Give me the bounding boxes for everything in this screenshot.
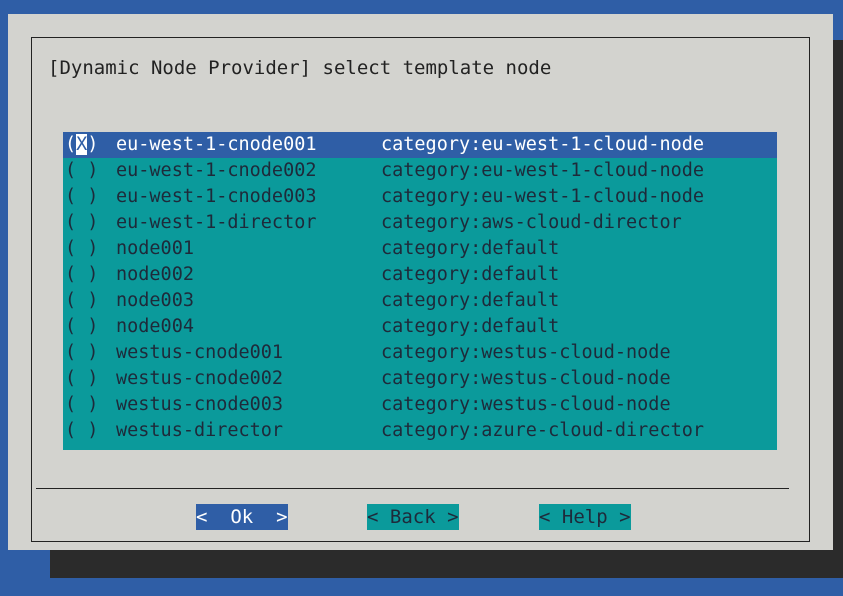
radio-button[interactable]: ( ) — [65, 366, 98, 392]
node-name: node004 — [116, 316, 194, 337]
radio-button[interactable]: ( ) — [65, 210, 98, 236]
node-name: westus-cnode002 — [116, 368, 284, 389]
node-name: node001 — [116, 238, 194, 259]
radio-button[interactable]: ( ) — [65, 392, 98, 418]
ok-button[interactable]: < Ok > — [196, 504, 288, 530]
radio-button[interactable]: ( ) — [65, 158, 98, 184]
list-item[interactable]: ( ) node003 category:default — [63, 288, 777, 314]
list-item[interactable]: ( ) westus-director category:azure-cloud… — [63, 418, 777, 444]
node-name: eu-west-1-cnode003 — [116, 186, 317, 207]
node-name: westus-cnode001 — [116, 342, 284, 363]
list-item[interactable]: ( ) node001 category:default — [63, 236, 777, 262]
template-node-list[interactable]: (X) eu-west-1-cnode001 category:eu-west-… — [63, 132, 777, 450]
list-item[interactable]: ( ) westus-cnode002 category:westus-clou… — [63, 366, 777, 392]
node-category: category:westus-cloud-node — [381, 368, 671, 389]
list-item[interactable]: ( ) eu-west-1-director category:aws-clou… — [63, 210, 777, 236]
radio-button[interactable]: ( ) — [65, 340, 98, 366]
node-name: node003 — [116, 290, 194, 311]
node-category: category:azure-cloud-director — [381, 420, 705, 441]
list-item[interactable]: ( ) westus-cnode001 category:westus-clou… — [63, 340, 777, 366]
radio-button[interactable]: ( ) — [65, 236, 98, 262]
node-name: westus-cnode003 — [116, 394, 284, 415]
help-button[interactable]: < Help > — [539, 504, 631, 530]
radio-button[interactable]: ( ) — [65, 418, 98, 444]
node-name: eu-west-1-director — [116, 212, 317, 233]
radio-button[interactable]: ( ) — [65, 314, 98, 340]
select-template-dialog: [Dynamic Node Provider] select template … — [8, 14, 833, 550]
radio-button[interactable]: ( ) — [65, 184, 98, 210]
node-name: eu-west-1-cnode001 — [116, 134, 317, 155]
node-category: category:westus-cloud-node — [381, 394, 671, 415]
node-category: category:default — [381, 290, 560, 311]
node-category: category:westus-cloud-node — [381, 342, 671, 363]
button-divider — [36, 488, 789, 489]
list-item[interactable]: ( ) eu-west-1-cnode002 category:eu-west-… — [63, 158, 777, 184]
radio-button[interactable]: ( ) — [65, 288, 98, 314]
back-button[interactable]: < Back > — [367, 504, 459, 530]
radio-mark-selected: X — [76, 134, 88, 155]
node-name: eu-west-1-cnode002 — [116, 160, 317, 181]
radio-button[interactable]: ( ) — [65, 262, 98, 288]
node-category: category:eu-west-1-cloud-node — [381, 160, 705, 181]
node-category: category:default — [381, 238, 560, 259]
node-name: westus-director — [116, 420, 284, 441]
list-item[interactable]: ( ) node002 category:default — [63, 262, 777, 288]
list-item[interactable]: ( ) westus-cnode003 category:westus-clou… — [63, 392, 777, 418]
node-category: category:default — [381, 316, 560, 337]
node-name: node002 — [116, 264, 194, 285]
node-category: category:eu-west-1-cloud-node — [381, 186, 705, 207]
list-item[interactable]: ( ) node004 category:default — [63, 314, 777, 340]
list-item[interactable]: ( ) eu-west-1-cnode003 category:eu-west-… — [63, 184, 777, 210]
node-category: category:default — [381, 264, 560, 285]
dialog-title: [Dynamic Node Provider] select template … — [48, 57, 552, 79]
node-category: category:aws-cloud-director — [381, 212, 682, 233]
radio-button[interactable]: (X) — [65, 132, 98, 158]
node-category: category:eu-west-1-cloud-node — [381, 134, 705, 155]
list-item[interactable]: (X) eu-west-1-cnode001 category:eu-west-… — [63, 132, 777, 158]
